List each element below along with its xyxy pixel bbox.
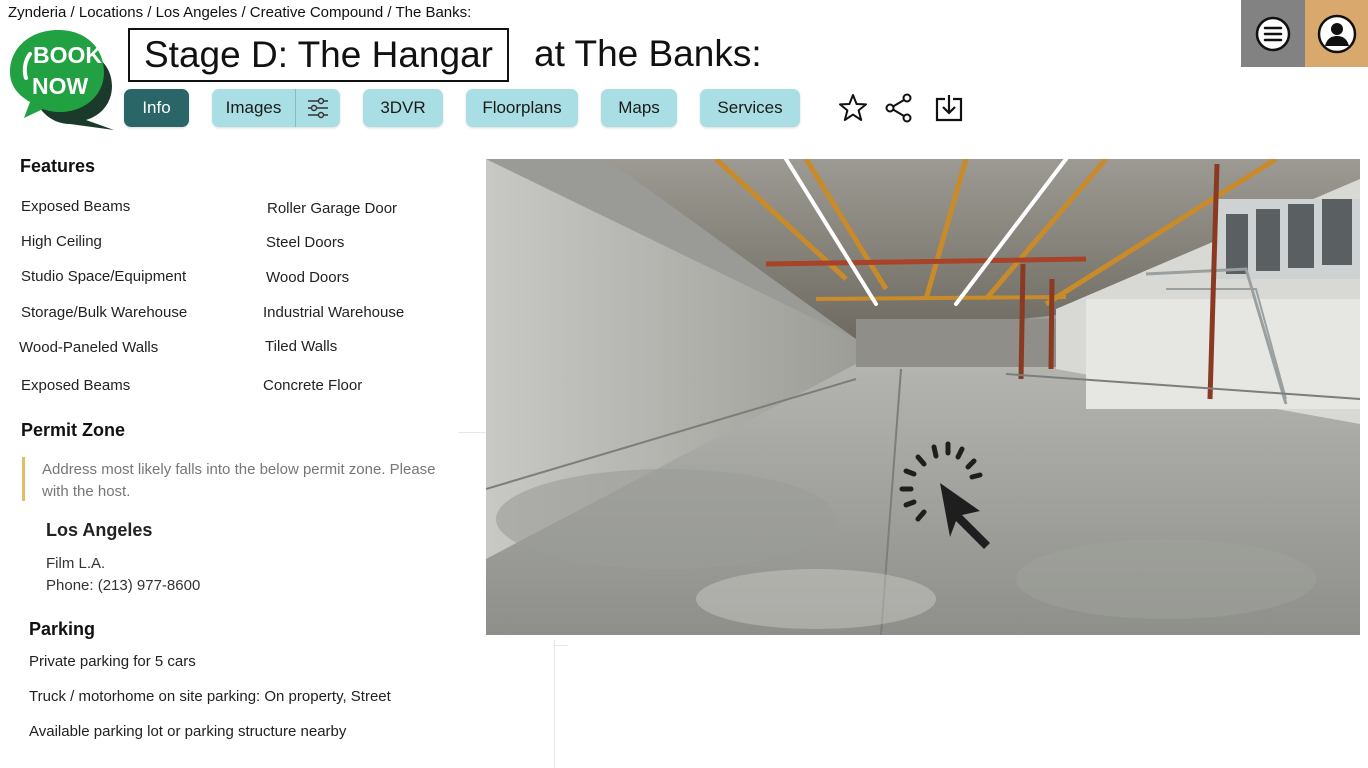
- download-icon[interactable]: [934, 93, 964, 123]
- now-label: NOW: [32, 73, 89, 99]
- feature-item: Wood-Paneled Walls: [19, 339, 159, 356]
- tab-floorplans[interactable]: Floorplans: [466, 89, 578, 127]
- feature-item: Exposed Beams: [21, 198, 131, 215]
- parking-heading: Parking: [29, 619, 96, 639]
- tab-images-label: Images: [225, 98, 282, 117]
- star-icon[interactable]: [838, 93, 868, 123]
- page-title: Stage D: The Hangar: [128, 28, 509, 82]
- hamburger-menu-icon: [1255, 16, 1291, 51]
- divider: [554, 645, 568, 646]
- tab-services[interactable]: Services: [700, 89, 800, 127]
- permit-note: Address most likely falls into the below…: [42, 461, 436, 500]
- feature-item: Wood Doors: [266, 269, 350, 286]
- parking-item: Private parking for 5 cars: [29, 653, 196, 670]
- warehouse-photo: [486, 159, 1360, 635]
- tab-3dvr[interactable]: 3DVR: [363, 89, 443, 127]
- feature-item: Tiled Walls: [265, 338, 338, 355]
- tab-info-label: Info: [142, 98, 171, 117]
- permit-office: Film L.A.: [46, 555, 106, 572]
- feature-item: Concrete Floor: [263, 377, 363, 394]
- divider: [554, 640, 555, 768]
- user-button[interactable]: [1305, 0, 1368, 67]
- feature-item: Steel Doors: [266, 234, 345, 251]
- tab-maps-label: Maps: [618, 98, 660, 117]
- sliders-icon[interactable]: [295, 89, 340, 127]
- tab-maps[interactable]: Maps: [601, 89, 677, 127]
- feature-item: Industrial Warehouse: [263, 304, 405, 321]
- parking-item: Truck / motorhome on site parking: On pr…: [29, 688, 391, 705]
- breadcrumb[interactable]: Zynderia / Locations / Los Angeles / Cre…: [8, 4, 471, 21]
- feature-item: High Ceiling: [21, 233, 102, 250]
- parking-item: Available parking lot or parking structu…: [29, 723, 347, 740]
- feature-item: Storage/Bulk Warehouse: [21, 304, 188, 321]
- tab-services-label: Services: [717, 98, 783, 117]
- tab-images[interactable]: Images: [212, 89, 340, 127]
- user-avatar-icon: [1317, 14, 1356, 53]
- tab-3dvr-label: 3DVR: [380, 98, 426, 117]
- features-heading: Features: [20, 156, 96, 176]
- feature-item: Exposed Beams: [21, 377, 131, 394]
- divider: [458, 432, 486, 433]
- tab-info[interactable]: Info: [124, 89, 189, 127]
- feature-item: Roller Garage Door: [267, 200, 398, 217]
- warehouse-3d-viewer[interactable]: [486, 159, 1360, 635]
- click-cursor-icon: [899, 441, 990, 549]
- permit-zone-heading: Permit Zone: [21, 420, 126, 440]
- menu-button[interactable]: [1241, 0, 1305, 67]
- permit-city: Los Angeles: [46, 520, 153, 540]
- share-icon[interactable]: [884, 93, 914, 123]
- tab-floorplans-label: Floorplans: [482, 98, 562, 117]
- page-title-suffix: at The Banks:: [534, 33, 762, 74]
- book-now-button[interactable]: BOOK NOW: [8, 28, 118, 132]
- book-label: BOOK: [33, 42, 102, 68]
- permit-phone[interactable]: Phone: (213) 977-8600: [46, 577, 200, 594]
- feature-item: Studio Space/Equipment: [21, 268, 187, 285]
